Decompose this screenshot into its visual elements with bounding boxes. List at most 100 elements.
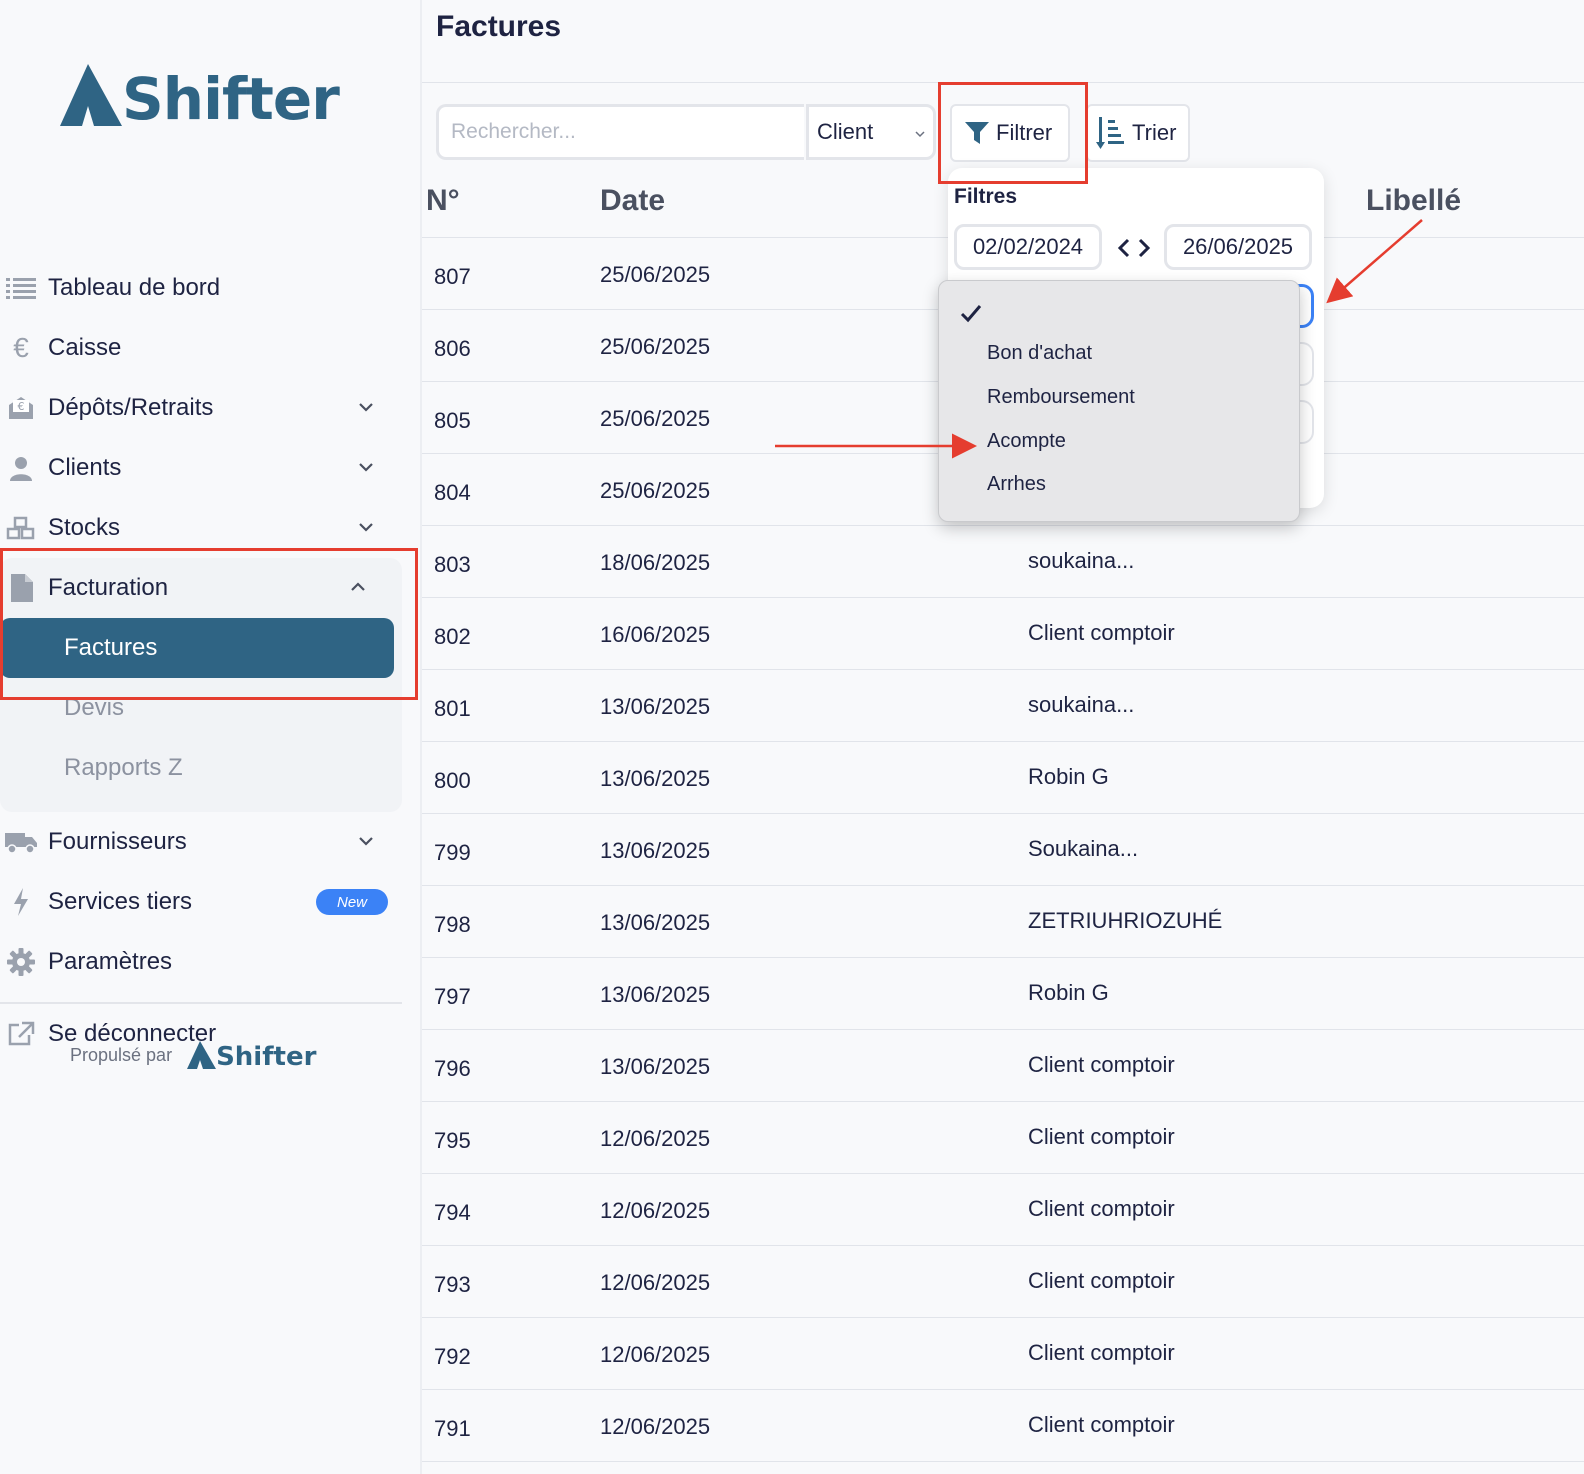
cell-number: 796 [434,1056,471,1081]
nav-item-caisse[interactable]: € Caisse [0,318,410,378]
cell-client: Client comptoir [1028,1412,1175,1437]
cell-number: 794 [434,1200,471,1225]
cell-client: Client comptoir [1028,1268,1175,1293]
chevron-down-icon[interactable] [354,515,378,539]
cell-date: 12/06/2025 [600,1198,711,1223]
table-row[interactable]: 793 12/06/2025 Client comptoir [422,1245,1584,1317]
bolt-icon [4,888,38,916]
column-header-number[interactable]: N° [426,184,460,218]
cell-number: 791 [434,1416,471,1441]
cell-client: soukaina... [1028,692,1135,717]
nav-label: Dépôts/Retraits [48,394,214,421]
column-header-libelle[interactable]: Libellé [1366,184,1461,218]
cell-date: 25/06/2025 [600,262,711,287]
table-row[interactable]: 799 13/06/2025 Soukaina... [422,813,1584,885]
cell-date: 25/06/2025 [600,334,711,359]
cell-number: 803 [434,552,471,577]
table-row[interactable]: 795 12/06/2025 Client comptoir [422,1101,1584,1173]
annotation-highlight-filter [938,82,1088,184]
nav-item-parametres[interactable]: Paramètres [0,932,410,992]
search-field-select[interactable]: Client [806,104,936,160]
table-row[interactable]: 802 16/06/2025 Client comptoir [422,597,1584,669]
shifter-logo[interactable]: Shifter [58,62,340,128]
sort-button-label: Trier [1132,120,1177,145]
powered-by-label: Propulsé par [70,1044,173,1065]
table-row[interactable]: 800 13/06/2025 Robin G [422,741,1584,813]
powered-logo: Shifter [186,1040,316,1070]
nav-item-clients[interactable]: Clients [0,438,410,498]
cell-client: Soukaina... [1028,836,1139,861]
cell-date: 12/06/2025 [600,1342,711,1367]
cell-client: Client comptoir [1028,1052,1175,1077]
dropdown-option-arrhes[interactable]: Arrhes [987,473,1046,496]
table-row[interactable]: 791 12/06/2025 Client comptoir [422,1389,1584,1462]
nav-label: Tableau de bord [48,274,221,301]
euro-icon: € [13,332,29,363]
gear-icon [4,948,38,976]
cell-number: 798 [434,912,471,937]
chevron-down-icon[interactable] [354,829,378,853]
main-content: Factures Rechercher... Client Filtrer Tr… [422,0,1584,1474]
cell-date: 13/06/2025 [600,766,711,791]
cell-date: 25/06/2025 [600,478,711,503]
cell-date: 12/06/2025 [600,1126,711,1151]
nav-item-depots-retraits[interactable]: € Dépôts/Retraits [0,378,410,438]
logo-mark-icon [60,64,122,126]
boxes-icon [4,514,38,542]
cell-number: 801 [434,696,471,721]
list-icon [4,274,38,302]
sort-icon [1096,117,1124,149]
cell-client: Robin G [1028,980,1109,1005]
cell-date: 13/06/2025 [600,910,711,935]
cell-client: Client comptoir [1028,1124,1175,1149]
nav-item-services-tiers[interactable]: Services tiers New [0,872,410,932]
sub-item-rapports-z[interactable]: Rapports Z [0,738,402,798]
cell-date: 18/06/2025 [600,550,711,575]
cell-date: 16/06/2025 [600,622,711,647]
table-row[interactable]: 796 13/06/2025 Client comptoir [422,1029,1584,1101]
date-from-input[interactable]: 02/02/2024 [954,224,1102,270]
cell-number: 804 [434,480,471,505]
cell-number: 800 [434,768,471,793]
search-field-value: Client [817,119,874,144]
nav-label: Services tiers [48,888,193,915]
search-input[interactable]: Rechercher... [436,104,804,160]
logo-mark-icon [187,1041,217,1069]
annotation-highlight-sidebar [0,548,418,700]
nav-label: Caisse [48,334,122,361]
cell-date: 12/06/2025 [600,1414,711,1439]
cell-client: ZETRIUHRIOZUHÉ [1028,908,1223,933]
page-title: Factures [436,10,562,43]
table-row[interactable]: 803 18/06/2025 soukaina... [422,525,1584,597]
cell-number: 802 [434,624,471,649]
nav-label: Clients [48,454,122,481]
table-row[interactable]: 798 13/06/2025 ZETRIUHRIOZUHÉ [422,885,1584,957]
chevron-down-icon [915,131,925,138]
cell-date: 25/06/2025 [600,406,711,431]
column-header-date[interactable]: Date [600,184,665,218]
table-row[interactable]: 801 13/06/2025 soukaina... [422,669,1584,741]
date-range-icon [1117,238,1151,258]
chevron-down-icon[interactable] [354,455,378,479]
nav-item-fournisseurs[interactable]: Fournisseurs [0,812,410,872]
cell-number: 805 [434,408,471,433]
cell-date: 13/06/2025 [600,982,711,1007]
table-row[interactable]: 797 13/06/2025 Robin G [422,957,1584,1029]
filter-panel-title: Filtres [954,185,1018,208]
dropdown-option-acompte[interactable]: Acompte [987,430,1066,453]
cell-date: 13/06/2025 [600,1054,711,1079]
envelope-euro-icon: € [4,394,38,422]
dropdown-option-bon-achat[interactable]: Bon d'achat [987,342,1092,365]
date-to-input[interactable]: 26/06/2025 [1164,224,1312,270]
sort-button[interactable]: Trier [1086,104,1190,162]
dropdown-option-remboursement[interactable]: Remboursement [987,386,1135,409]
cell-date: 13/06/2025 [600,838,711,863]
external-link-icon [4,1020,38,1048]
sidebar: Shifter Tableau de bord € Caisse € Dépôt… [0,0,422,1474]
nav-item-dashboard[interactable]: Tableau de bord [0,258,410,318]
chevron-down-icon[interactable] [354,395,378,419]
table-row[interactable]: 794 12/06/2025 Client comptoir [422,1173,1584,1245]
table-row[interactable]: 792 12/06/2025 Client comptoir [422,1317,1584,1389]
cell-client: Client comptoir [1028,1340,1175,1365]
svg-text:€: € [18,400,25,413]
